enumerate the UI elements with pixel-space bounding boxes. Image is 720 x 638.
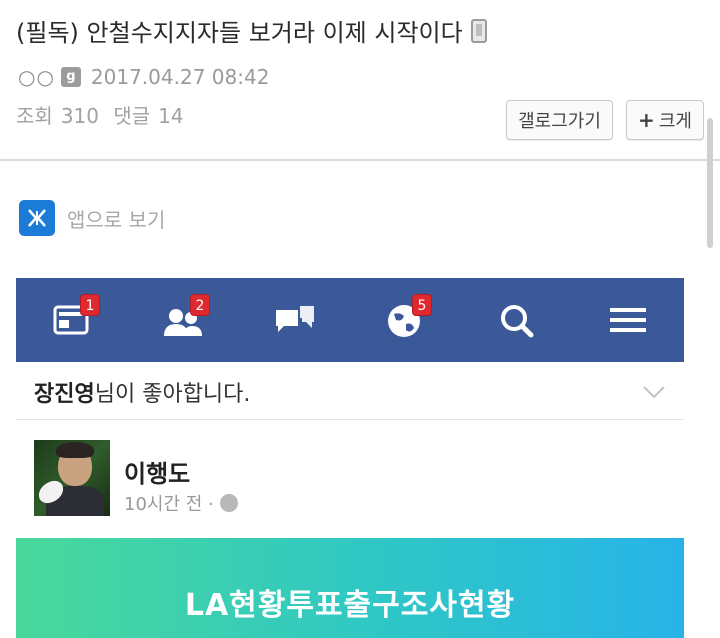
liked-by-suffix: 님이 좋아합니다. [94, 382, 251, 407]
liked-by-row: 장진영님이 좋아합니다. [16, 362, 684, 420]
avatar[interactable] [34, 440, 110, 516]
app-logo-icon [19, 200, 55, 236]
enlarge-button[interactable]: + 크게 [626, 100, 704, 140]
banner-text: LA현황투표출구조사현황 [184, 588, 516, 623]
nav-friend-requests[interactable]: 2 [162, 294, 210, 340]
notifications-badge: 5 [412, 294, 432, 316]
menu-icon [610, 308, 646, 332]
fb-post-time[interactable]: 10시간 전 · [124, 490, 214, 516]
post-date: 2017.04.27 08:42 [90, 65, 270, 89]
liked-by-name[interactable]: 장진영 [34, 382, 95, 407]
liked-by-text: 장진영님이 좋아합니다. [34, 376, 250, 408]
mobile-post-icon [470, 18, 487, 43]
gallog-button[interactable]: 갤로그가기 [506, 100, 613, 140]
comments-label: 댓글 [113, 104, 151, 128]
user-level-icon: g [60, 67, 81, 87]
post-title-row: (필독) 안철수지지자들 보거라 이제 시작이다 [16, 13, 487, 48]
comments-count[interactable]: 14 [158, 104, 183, 128]
fb-post-header: 이행도 10시간 전 · [16, 420, 684, 520]
header-divider [0, 159, 720, 161]
enlarge-button-label: 크게 [658, 111, 692, 132]
app-view-link[interactable]: 앱으로 보기 [19, 200, 165, 236]
news-feed-badge: 1 [80, 294, 100, 316]
scrollbar[interactable] [707, 118, 713, 248]
post-image-banner[interactable]: LA현황투표출구조사현황 [16, 538, 684, 638]
fb-post-time-row: 10시간 전 · [124, 490, 238, 516]
messages-icon [276, 306, 314, 332]
views-label: 조회 [16, 104, 53, 128]
fb-post-author[interactable]: 이행도 [124, 454, 190, 489]
nav-messages[interactable] [272, 300, 316, 340]
nav-menu[interactable] [606, 300, 650, 340]
nav-search[interactable] [496, 300, 540, 340]
author-name[interactable]: ○○ [18, 65, 55, 89]
views-count: 310 [60, 104, 99, 128]
post-meta: ○○ g 2017.04.27 08:42 [18, 64, 269, 90]
nav-news-feed[interactable]: 1 [52, 294, 100, 340]
plus-icon: + [638, 108, 655, 132]
public-globe-icon [219, 494, 238, 512]
chevron-down-icon[interactable] [642, 380, 666, 404]
search-icon [501, 305, 534, 338]
friend-requests-badge: 2 [190, 294, 210, 316]
facebook-navbar: 1 2 5 [16, 278, 684, 362]
facebook-screenshot: 1 2 5 장진영님이 좋아합니다. 이행도 10시간 전 · LA현황투표출구… [16, 278, 684, 638]
nav-notifications[interactable]: 5 [384, 294, 432, 340]
post-stats: 조회 310 댓글 14 [16, 100, 192, 129]
app-view-label: 앱으로 보기 [67, 207, 166, 232]
gallog-button-label: 갤로그가기 [518, 111, 601, 132]
post-title: (필독) 안철수지지자들 보거라 이제 시작이다 [16, 19, 463, 47]
